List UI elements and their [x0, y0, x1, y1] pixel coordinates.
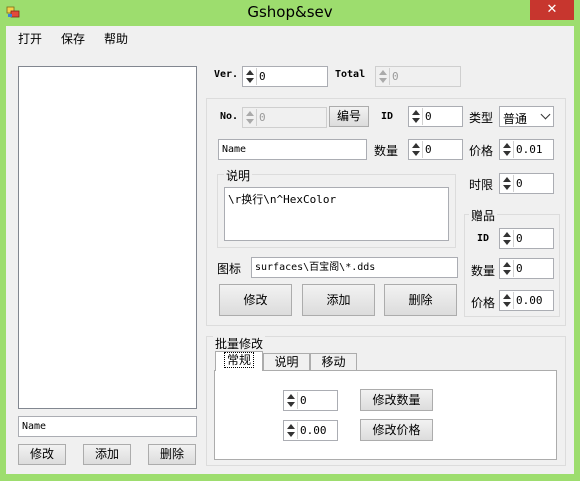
menu-help[interactable]: 帮助 [104, 30, 128, 47]
batch-price-input[interactable]: 0.00 [283, 420, 338, 441]
title-bar: Gshop&sev ✕ [0, 0, 580, 26]
price-spinner[interactable] [501, 141, 514, 158]
list-name-field[interactable]: Name [18, 416, 197, 437]
ver-input[interactable]: 0 [242, 66, 328, 87]
window-title: Gshop&sev [247, 3, 333, 21]
chevron-down-icon [540, 109, 551, 120]
gift-id-input[interactable]: 0 [499, 228, 554, 249]
list-edit-button[interactable]: 修改 [18, 444, 66, 465]
tab-general[interactable]: 常规 [215, 351, 263, 371]
time-limit-label: 时限 [469, 178, 494, 192]
list-add-button[interactable]: 添加 [83, 444, 131, 465]
type-select[interactable]: 普通 [499, 106, 554, 127]
no-label: No. [220, 111, 239, 122]
type-label: 类型 [469, 111, 494, 125]
batch-price-button[interactable]: 修改价格 [360, 419, 433, 441]
batch-quantity-button[interactable]: 修改数量 [360, 389, 433, 411]
gift-id-label: ID [477, 233, 490, 244]
time-limit-input[interactable]: 0 [499, 173, 554, 194]
menu-bar: 打开 保存 帮助 [6, 26, 574, 48]
client-area: 打开 保存 帮助 Name 修改 添加 删除 Ver. 0 Total 0 No… [6, 26, 574, 474]
ver-label: Ver. [214, 69, 239, 80]
total-label: Total [335, 69, 366, 80]
description-textarea[interactable]: \r换行\n^HexColor [224, 187, 449, 241]
quantity-label: 数量 [374, 144, 399, 158]
gift-price-input[interactable]: 0.00 [499, 290, 554, 311]
list-delete-button[interactable]: 删除 [148, 444, 196, 465]
no-spinner [244, 109, 257, 126]
gift-title: 赠品 [469, 207, 498, 224]
batch-quantity-spinner[interactable] [285, 392, 298, 409]
quantity-input[interactable]: 0 [408, 139, 463, 160]
icon-label: 图标 [217, 262, 242, 276]
no-input: 0 [242, 107, 327, 128]
batch-tab-panel [214, 370, 557, 460]
gift-quantity-label: 数量 [471, 264, 496, 278]
gift-id-spinner[interactable] [501, 230, 514, 247]
price-label: 价格 [469, 144, 494, 158]
batch-quantity-input[interactable]: 0 [283, 390, 338, 411]
app-window: Gshop&sev ✕ 打开 保存 帮助 Name 修改 添加 删除 Ver. … [0, 0, 580, 481]
ver-spinner[interactable] [244, 68, 257, 85]
tab-move[interactable]: 移动 [310, 353, 357, 371]
total-spinner [377, 68, 390, 85]
price-input[interactable]: 0.01 [499, 139, 554, 160]
time-limit-spinner[interactable] [501, 175, 514, 192]
item-list[interactable] [18, 66, 197, 409]
close-button[interactable]: ✕ [530, 0, 574, 20]
menu-open[interactable]: 打开 [18, 30, 42, 47]
gift-quantity-input[interactable]: 0 [499, 258, 554, 279]
gift-price-label: 价格 [471, 296, 496, 310]
item-add-button[interactable]: 添加 [302, 284, 375, 316]
item-id-input[interactable]: 0 [408, 106, 463, 127]
gift-quantity-spinner[interactable] [501, 260, 514, 277]
number-button[interactable]: 编号 [329, 106, 369, 127]
batch-price-spinner[interactable] [285, 422, 298, 439]
icon-path-field[interactable]: surfaces\百宝阁\*.dds [251, 257, 458, 278]
total-input: 0 [375, 66, 461, 87]
batch-title: 批量修改 [213, 335, 266, 352]
item-edit-button[interactable]: 修改 [219, 284, 292, 316]
description-title: 说明 [224, 167, 253, 184]
item-name-field[interactable]: Name [218, 139, 367, 160]
item-id-label: ID [381, 111, 394, 122]
tab-description[interactable]: 说明 [263, 353, 310, 371]
item-delete-button[interactable]: 删除 [384, 284, 457, 316]
item-id-spinner[interactable] [410, 108, 423, 125]
gift-price-spinner[interactable] [501, 292, 514, 309]
menu-save[interactable]: 保存 [61, 30, 85, 47]
quantity-spinner[interactable] [410, 141, 423, 158]
